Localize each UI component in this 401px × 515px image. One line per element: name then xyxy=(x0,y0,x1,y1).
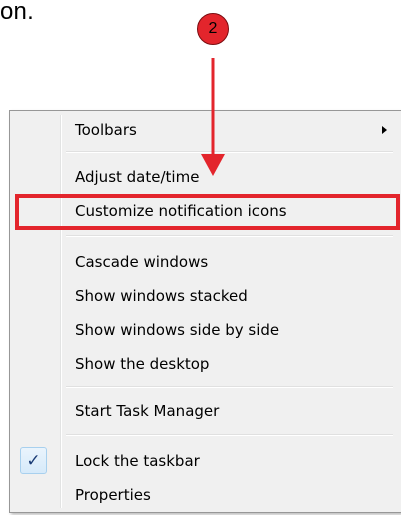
menu-item-label: Lock the taskbar xyxy=(75,452,200,470)
taskbar-context-menu: Toolbars Adjust date/time Customize noti… xyxy=(9,110,401,513)
menu-item-label: Show the desktop xyxy=(75,355,210,373)
menu-separator xyxy=(66,151,393,153)
menu-separator xyxy=(66,235,393,237)
menu-item-label: Show windows stacked xyxy=(75,287,248,305)
check-glyph: ✓ xyxy=(26,450,41,471)
step-number-badge: 2 xyxy=(197,13,229,45)
menu-item-label: Cascade windows xyxy=(75,253,209,271)
menu-item-show-windows-side-by-side[interactable]: Show windows side by side xyxy=(14,315,397,345)
menu-item-label: Toolbars xyxy=(75,121,137,139)
menu-item-lock-the-taskbar[interactable]: ✓ Lock the taskbar xyxy=(14,446,397,476)
menu-item-show-windows-stacked[interactable]: Show windows stacked xyxy=(14,281,397,311)
submenu-arrow-icon xyxy=(382,126,387,134)
menu-separator xyxy=(66,386,393,388)
menu-item-cascade-windows[interactable]: Cascade windows xyxy=(14,247,397,277)
menu-item-start-task-manager[interactable]: Start Task Manager xyxy=(14,396,397,426)
menu-item-properties[interactable]: Properties xyxy=(14,480,397,510)
menu-item-toolbars[interactable]: Toolbars xyxy=(14,115,397,145)
menu-item-label: Properties xyxy=(75,486,151,504)
menu-item-label: Show windows side by side xyxy=(75,321,280,339)
menu-separator xyxy=(66,434,393,436)
menu-item-label: Start Task Manager xyxy=(75,402,220,420)
menu-item-adjust-date-time[interactable]: Adjust date/time xyxy=(14,162,397,192)
step-number: 2 xyxy=(208,20,218,37)
highlight-frame xyxy=(15,194,400,230)
menu-item-show-the-desktop[interactable]: Show the desktop xyxy=(14,349,397,379)
checkmark-icon: ✓ xyxy=(20,447,47,474)
menu-item-label: Adjust date/time xyxy=(75,168,200,186)
caption-fragment: on. xyxy=(0,0,34,25)
